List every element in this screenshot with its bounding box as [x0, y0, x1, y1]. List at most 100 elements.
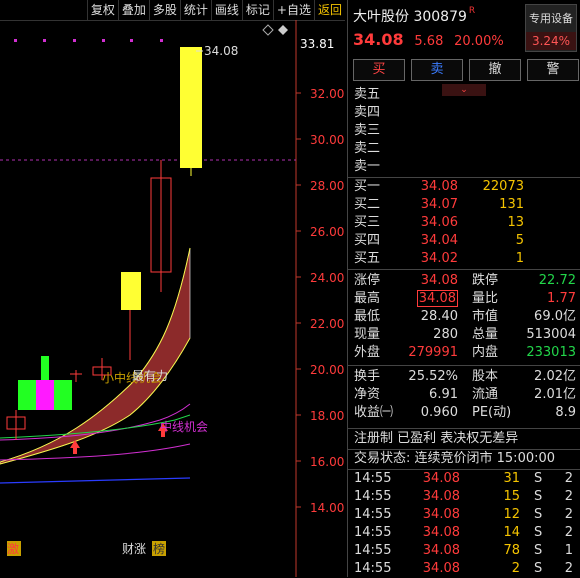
ask-2: 卖二	[354, 141, 381, 156]
sector-button[interactable]: 专用设备 3.24%	[525, 4, 577, 52]
price-tick: 28.00	[310, 179, 344, 193]
settings-diamond-icon[interactable]	[262, 24, 288, 36]
bid-label: 买五	[354, 251, 381, 266]
tick-side: S	[534, 543, 543, 558]
tick-time: 14:55	[354, 507, 392, 522]
info-line: 注册制 已盈利 表决权无差异	[354, 431, 519, 446]
ask-5: 卖五	[354, 87, 381, 102]
price-tick: 32.00	[310, 87, 344, 101]
tick-list[interactable]: 14:55 34.08 31 S 2 14:55 34.08 15 S 2 14…	[348, 470, 580, 577]
sell-button[interactable]: 卖	[411, 59, 463, 81]
price-tick: 20.00	[310, 363, 344, 377]
price-tick: 24.00	[310, 271, 344, 285]
annotation-3: 中线机会	[160, 419, 208, 434]
stat-current-volume: 280	[433, 327, 458, 342]
stat-label: 跌停	[472, 273, 499, 288]
stock-title: 大叶股份 300879 R	[353, 6, 475, 26]
tick-count: 2	[564, 561, 573, 576]
tick-count: 2	[564, 507, 573, 522]
price-tick: 18.00	[310, 409, 344, 423]
stat-label: 量比	[472, 291, 499, 306]
stat-vol-ratio: 1.77	[547, 291, 576, 306]
stat-label: PE(动)	[472, 405, 512, 420]
tick-volume: 78	[503, 543, 520, 558]
sector-change: 3.24%	[526, 32, 576, 50]
alert-button[interactable]: 警	[527, 59, 579, 81]
price-row: 34.08 5.68 20.00%	[353, 30, 510, 49]
bid-price: 34.08	[420, 179, 458, 194]
tag-caizhang[interactable]: 财涨	[122, 541, 146, 556]
toolbar-stats[interactable]: 统计	[179, 0, 211, 20]
collapse-chevron-icon[interactable]: ⌄	[442, 84, 486, 96]
stat-high-wrap: 34.08	[406, 290, 458, 308]
tick-side: S	[534, 489, 543, 504]
bid-volume: 13	[507, 215, 524, 230]
tick-price: 34.08	[422, 471, 460, 486]
tick-volume: 2	[511, 561, 520, 576]
tick-price: 34.08	[422, 507, 460, 522]
stat-label: 最低	[354, 309, 381, 324]
stat-low: 28.40	[420, 309, 458, 324]
price-tick: 22.00	[310, 317, 344, 331]
quote-panel: 大叶股份 300879 R 专用设备 3.24% 34.08 5.68 20.00…	[347, 0, 580, 577]
stock-name: 大叶股份	[353, 9, 409, 25]
buy-button[interactable]: 买	[353, 59, 405, 81]
tag-ji[interactable]: 激	[7, 542, 19, 556]
stat-label: 股本	[472, 369, 499, 384]
price-tick: 16.00	[310, 455, 344, 469]
tick-price: 34.08	[422, 489, 460, 504]
ask-4: 卖四	[354, 105, 381, 120]
toolbar-overlay[interactable]: 叠加	[117, 0, 149, 20]
tick-time: 14:55	[354, 489, 392, 504]
stat-label: 收益㈠	[354, 405, 394, 420]
bid-label: 买四	[354, 233, 381, 248]
cancel-order-button[interactable]: 撤	[469, 59, 521, 81]
tick-count: 1	[564, 543, 573, 558]
bid-price: 34.07	[420, 197, 458, 212]
stat-label: 最高	[354, 291, 381, 306]
bid-volume: 1	[515, 251, 524, 266]
tick-side: S	[534, 471, 543, 486]
stat-high: 34.08	[416, 290, 458, 307]
tick-volume: 31	[503, 471, 520, 486]
bid-price: 34.04	[420, 233, 458, 248]
tick-time: 14:55	[354, 471, 392, 486]
bid-label: 买二	[354, 197, 381, 212]
price-change-pct: 20.00%	[454, 34, 504, 49]
stat-pe: 8.9	[555, 405, 576, 420]
bid-price: 34.06	[420, 215, 458, 230]
tick-time: 14:55	[354, 543, 392, 558]
price-tick: 14.00	[310, 501, 344, 515]
stat-label: 市值	[472, 309, 499, 324]
stat-total-volume: 513004	[526, 327, 576, 342]
kline-chart[interactable]: 小中线机会 最有力 中线机会 34.08 33.81 32.00 30.00 2…	[0, 20, 345, 577]
price-axis-labels: 32.00 30.00 28.00 26.00 24.00 22.00 20.0…	[310, 87, 344, 515]
stat-label: 总量	[472, 327, 499, 342]
stat-label: 现量	[354, 327, 381, 342]
stat-label: 内盘	[472, 345, 499, 360]
toolbar-back[interactable]: 返回	[313, 0, 345, 20]
bid-label: 买三	[354, 215, 381, 230]
price-tick: 26.00	[310, 225, 344, 239]
stat-float: 2.01亿	[534, 387, 576, 402]
annotation-2: 最有力	[132, 369, 168, 383]
toolbar-mark[interactable]: 标记	[241, 0, 273, 20]
bid-volume: 5	[515, 233, 524, 248]
price-tick: 30.00	[310, 133, 344, 147]
tick-price: 34.08	[422, 525, 460, 540]
tick-volume: 14	[503, 525, 520, 540]
stat-label: 净资	[354, 387, 381, 402]
current-price: 34.08	[353, 30, 404, 49]
bid-price: 34.02	[420, 251, 458, 266]
stat-limit-down: 22.72	[538, 273, 576, 288]
stock-tag: R	[468, 6, 476, 16]
toolbar-draw-line[interactable]: 画线	[210, 0, 242, 20]
stat-market-cap: 69.0亿	[534, 309, 576, 324]
stat-label: 流通	[472, 387, 499, 402]
stat-label: 换手	[354, 369, 381, 384]
toolbar-add-watchlist[interactable]: +自选	[272, 0, 314, 20]
tag-bang[interactable]: 榜	[153, 541, 165, 556]
toolbar-fuquan[interactable]: 复权	[86, 0, 118, 20]
marker-dots	[14, 39, 163, 42]
toolbar-multi-stock[interactable]: 多股	[148, 0, 180, 20]
